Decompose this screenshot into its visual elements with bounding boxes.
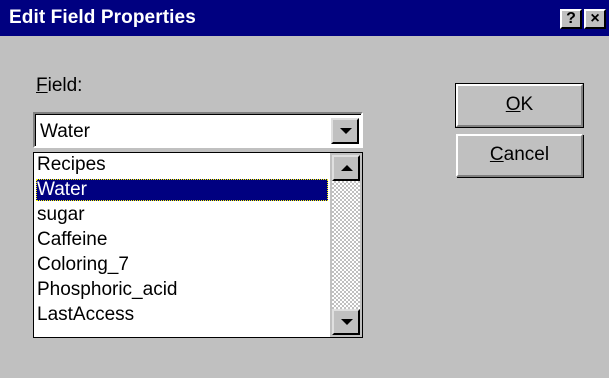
ok-mnemonic: O	[505, 94, 521, 115]
cancel-mnemonic: C	[489, 144, 504, 165]
list-item[interactable]: LastAccess	[36, 304, 328, 326]
scroll-up-arrow-icon	[341, 165, 353, 171]
scroll-down-arrow-icon	[341, 319, 353, 325]
close-icon: ×	[590, 10, 600, 27]
help-icon: ?	[566, 10, 576, 27]
close-button[interactable]: ×	[584, 9, 606, 29]
list-item[interactable]: sugar	[36, 204, 328, 226]
dropdown-button[interactable]	[331, 118, 359, 144]
list-item[interactable]: Phosphoric_acid	[36, 279, 328, 301]
help-button[interactable]: ?	[560, 9, 582, 29]
field-dropdown-list[interactable]: Recipes Water sugar Caffeine Coloring_7 Phosp…	[33, 152, 363, 338]
scroll-up-button[interactable]	[332, 155, 360, 181]
cancel-button[interactable]: Cancel	[456, 134, 583, 177]
field-combobox[interactable]: Water	[33, 112, 363, 148]
window-title: Edit Field Properties	[9, 7, 196, 28]
scroll-down-button[interactable]	[332, 309, 360, 335]
field-label-rest: ield:	[47, 75, 83, 96]
chevron-down-icon	[340, 128, 352, 134]
field-label: Field:	[36, 75, 82, 97]
combobox-value: Water	[40, 121, 90, 142]
title-bar: Edit Field Properties ? ×	[0, 0, 609, 36]
combobox-frame: Water	[35, 114, 361, 146]
list-item[interactable]: Caffeine	[36, 229, 328, 251]
vertical-scrollbar[interactable]	[330, 153, 362, 337]
ok-label-rest: K	[520, 94, 534, 115]
list-item[interactable]: Water	[36, 179, 328, 201]
list-item[interactable]: Coloring_7	[36, 254, 328, 276]
scrollbar-track[interactable]	[332, 181, 360, 309]
cancel-label-rest: ancel	[503, 144, 550, 165]
field-label-mnemonic: F	[36, 75, 48, 96]
list-item[interactable]: Recipes	[36, 154, 328, 176]
ok-button[interactable]: OK	[455, 83, 584, 128]
